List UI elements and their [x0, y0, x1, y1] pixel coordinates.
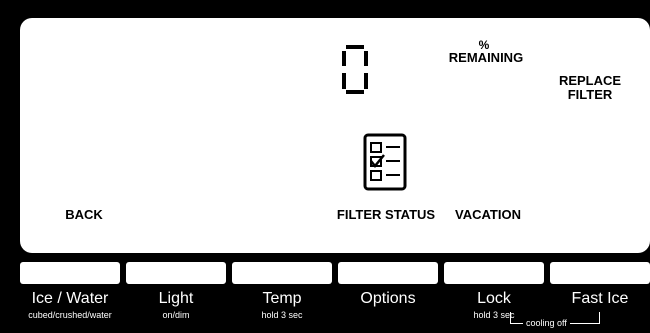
- fast-ice-button[interactable]: [550, 262, 650, 284]
- remaining-label: REMAINING: [448, 50, 524, 65]
- vacation-label[interactable]: VACATION: [446, 208, 530, 222]
- temp-label: Temp: [262, 290, 302, 307]
- replace-filter-line1: REPLACE: [558, 73, 622, 88]
- light-button[interactable]: [126, 262, 226, 284]
- ice-water-label: Ice / Water: [31, 290, 109, 307]
- options-label: Options: [360, 290, 416, 307]
- ice-water-sub: cubed/crushed/water: [28, 310, 112, 320]
- ice-water-button[interactable]: [20, 262, 120, 284]
- back-label[interactable]: BACK: [48, 208, 120, 222]
- options-button[interactable]: [338, 262, 438, 284]
- replace-filter-line2: FILTER: [567, 87, 613, 102]
- light-sub: on/dim: [162, 310, 190, 320]
- filter-status-label[interactable]: FILTER STATUS: [330, 208, 442, 222]
- temp-sub: hold 3 sec: [261, 310, 303, 320]
- lock-button[interactable]: [444, 262, 544, 284]
- lock-label: Lock: [477, 290, 511, 307]
- seven-segment-digit: [342, 45, 368, 94]
- cooling-off-label: cooling off: [523, 318, 570, 328]
- temp-button[interactable]: [232, 262, 332, 284]
- light-label: Light: [158, 290, 194, 307]
- fast-ice-label: Fast Ice: [571, 290, 629, 307]
- checklist-icon: [363, 133, 407, 191]
